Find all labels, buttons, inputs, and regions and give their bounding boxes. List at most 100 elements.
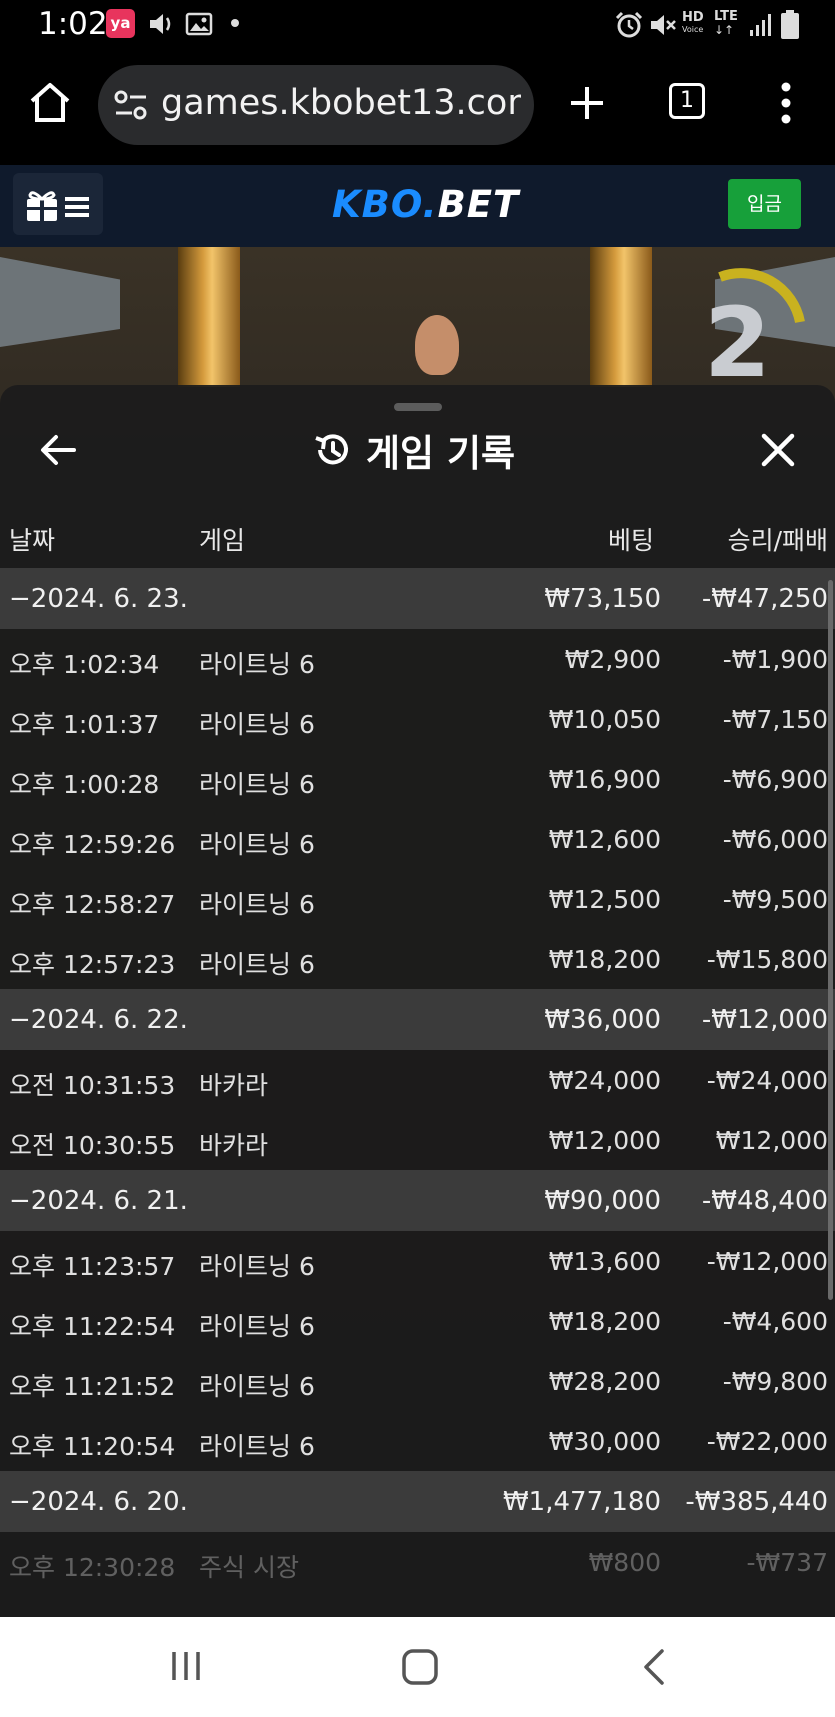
new-tab-icon[interactable] bbox=[567, 83, 607, 123]
row-result: -₩6,900 bbox=[722, 765, 828, 794]
home-icon[interactable] bbox=[27, 80, 73, 126]
row-result: -₩9,500 bbox=[722, 885, 828, 914]
history-icon bbox=[315, 434, 348, 465]
deposit-button[interactable]: 입금 bbox=[728, 179, 801, 229]
row-game: 라이트닝 6 bbox=[199, 710, 315, 739]
row-result: -₩48,400 bbox=[701, 1186, 828, 1216]
volume-icon bbox=[150, 14, 171, 34]
row-bet: ₩16,900 bbox=[548, 765, 661, 794]
date-group-row[interactable]: −2024. 6. 23. ₩73,150 -₩47,250 bbox=[0, 568, 835, 629]
row-game: 라이트닝 6 bbox=[199, 1432, 315, 1461]
kbo-bet-logo[interactable]: KBO.BET bbox=[332, 183, 519, 226]
table-row: 오후 12:59:26 라이트닝 6 ₩12,600 -₩6,000 bbox=[0, 809, 835, 869]
round-counter: 2 bbox=[704, 287, 771, 399]
row-result: -₩7,150 bbox=[722, 705, 828, 734]
row-bet: ₩73,150 bbox=[544, 584, 661, 614]
game-history-sheet: 게임 기록 날짜 게임 베팅 승리/패배 −2024. 6. 23. ₩73,15… bbox=[0, 385, 835, 1617]
row-result: -₩4,600 bbox=[722, 1307, 828, 1336]
table-row: 오전 10:31:53 바카라 ₩24,000 -₩24,000 bbox=[0, 1050, 835, 1110]
close-icon[interactable] bbox=[758, 430, 798, 470]
row-date: 오후 1:00:28 bbox=[9, 770, 160, 799]
row-bet: ₩18,200 bbox=[548, 1307, 661, 1336]
row-game: 라이트닝 6 bbox=[199, 1312, 315, 1341]
row-game: 라이트닝 6 bbox=[199, 770, 315, 799]
row-result: ₩12,000 bbox=[715, 1126, 828, 1155]
row-bet: ₩12,600 bbox=[548, 825, 661, 854]
lte-label: LTE bbox=[714, 9, 738, 24]
gold-pillar bbox=[178, 247, 240, 387]
row-result: -₩737 bbox=[746, 1548, 828, 1577]
sheet-drag-handle[interactable] bbox=[394, 403, 442, 411]
row-result: -₩1,900 bbox=[722, 645, 828, 674]
url-text: games.kbobet13.com/ bbox=[161, 83, 521, 123]
tab-switcher-button[interactable]: 1 bbox=[669, 83, 705, 119]
row-bet: ₩24,000 bbox=[548, 1066, 661, 1095]
menu-button[interactable] bbox=[13, 173, 103, 235]
lte-icon: LTE ↓↑ bbox=[714, 9, 744, 39]
mute-icon bbox=[651, 15, 676, 35]
row-date: 오후 12:58:27 bbox=[9, 890, 176, 919]
row-bet: ₩12,500 bbox=[548, 885, 661, 914]
table-row: 오후 1:00:28 라이트닝 6 ₩16,900 -₩6,900 bbox=[0, 749, 835, 809]
recent-apps-icon[interactable] bbox=[168, 1649, 204, 1683]
row-bet: ₩800 bbox=[588, 1548, 661, 1577]
row-result: -₩15,800 bbox=[706, 945, 828, 974]
row-result: -₩9,800 bbox=[722, 1367, 828, 1396]
site-header: KBO.BET 입금 bbox=[0, 165, 835, 247]
browser-toolbar: games.kbobet13.com/ 1 bbox=[0, 50, 835, 165]
back-icon[interactable] bbox=[640, 1647, 670, 1687]
gift-menu-icon bbox=[27, 191, 89, 221]
row-game: 라이트닝 6 bbox=[199, 1252, 315, 1281]
row-bet: ₩36,000 bbox=[544, 1005, 661, 1035]
home-icon[interactable] bbox=[400, 1647, 440, 1687]
alarm-icon bbox=[615, 11, 643, 38]
row-date: 오후 1:01:37 bbox=[9, 710, 160, 739]
row-game: 라이트닝 6 bbox=[199, 830, 315, 859]
history-table: −2024. 6. 23. ₩73,150 -₩47,250 오후 1:02:34 라이… bbox=[0, 568, 835, 1592]
status-bar: 1:02 ya HD Voice LTE ↓↑ bbox=[0, 0, 835, 50]
table-row: 오후 12:57:23 라이트닝 6 ₩18,200 -₩15,800 bbox=[0, 929, 835, 989]
ya-app-icon: ya bbox=[106, 9, 135, 38]
signal-icon bbox=[750, 14, 771, 36]
more-menu-icon[interactable] bbox=[776, 80, 796, 126]
table-row: 오후 11:22:54 라이트닝 6 ₩18,200 -₩4,600 bbox=[0, 1291, 835, 1351]
row-bet: ₩30,000 bbox=[548, 1427, 661, 1456]
table-row: 오전 10:30:55 바카라 ₩12,000 ₩12,000 bbox=[0, 1110, 835, 1170]
row-date: −2024. 6. 22. bbox=[9, 1005, 188, 1035]
row-bet: ₩18,200 bbox=[548, 945, 661, 974]
row-game: 라이트닝 6 bbox=[199, 1372, 315, 1401]
site-settings-icon[interactable] bbox=[114, 89, 148, 121]
logo-dot: . bbox=[422, 183, 438, 226]
date-group-row[interactable]: −2024. 6. 21. ₩90,000 -₩48,400 bbox=[0, 1170, 835, 1231]
row-date: 오후 11:22:54 bbox=[9, 1312, 176, 1341]
row-bet: ₩10,050 bbox=[548, 705, 661, 734]
decor-panel bbox=[0, 257, 120, 347]
table-row: 오후 11:20:54 라이트닝 6 ₩30,000 -₩22,000 bbox=[0, 1411, 835, 1471]
scrollbar[interactable] bbox=[828, 580, 833, 1300]
address-bar[interactable]: games.kbobet13.com/ bbox=[98, 65, 534, 145]
date-group-row[interactable]: −2024. 6. 22. ₩36,000 -₩12,000 bbox=[0, 989, 835, 1050]
row-result: -₩47,250 bbox=[701, 584, 828, 614]
system-nav-bar bbox=[0, 1617, 835, 1717]
back-arrow-icon[interactable] bbox=[38, 430, 78, 470]
row-game: 바카라 bbox=[199, 1131, 269, 1160]
row-bet: ₩2,900 bbox=[564, 645, 661, 674]
table-row: 오후 1:01:37 라이트닝 6 ₩10,050 -₩7,150 bbox=[0, 689, 835, 749]
row-date: 오전 10:31:53 bbox=[9, 1071, 176, 1100]
column-header-result: 승리/패배 bbox=[727, 526, 828, 555]
row-date: −2024. 6. 20. bbox=[9, 1487, 188, 1517]
row-date: 오후 12:30:28 bbox=[9, 1553, 176, 1582]
column-header-date: 날짜 bbox=[9, 526, 56, 555]
table-row: 오후 11:21:52 라이트닝 6 ₩28,200 -₩9,800 bbox=[0, 1351, 835, 1411]
row-date: 오후 12:59:26 bbox=[9, 830, 176, 859]
row-date: 오후 11:21:52 bbox=[9, 1372, 176, 1401]
row-bet: ₩12,000 bbox=[548, 1126, 661, 1155]
row-bet: ₩90,000 bbox=[544, 1186, 661, 1216]
row-result: -₩22,000 bbox=[706, 1427, 828, 1456]
table-row: 오후 11:23:57 라이트닝 6 ₩13,600 -₩12,000 bbox=[0, 1231, 835, 1291]
gold-pillar bbox=[590, 247, 652, 387]
date-group-row[interactable]: −2024. 6. 20. ₩1,477,180 -₩385,440 bbox=[0, 1471, 835, 1532]
table-row: 오후 1:02:34 라이트닝 6 ₩2,900 -₩1,900 bbox=[0, 629, 835, 689]
row-date: −2024. 6. 21. bbox=[9, 1186, 188, 1216]
row-date: 오후 11:20:54 bbox=[9, 1432, 176, 1461]
